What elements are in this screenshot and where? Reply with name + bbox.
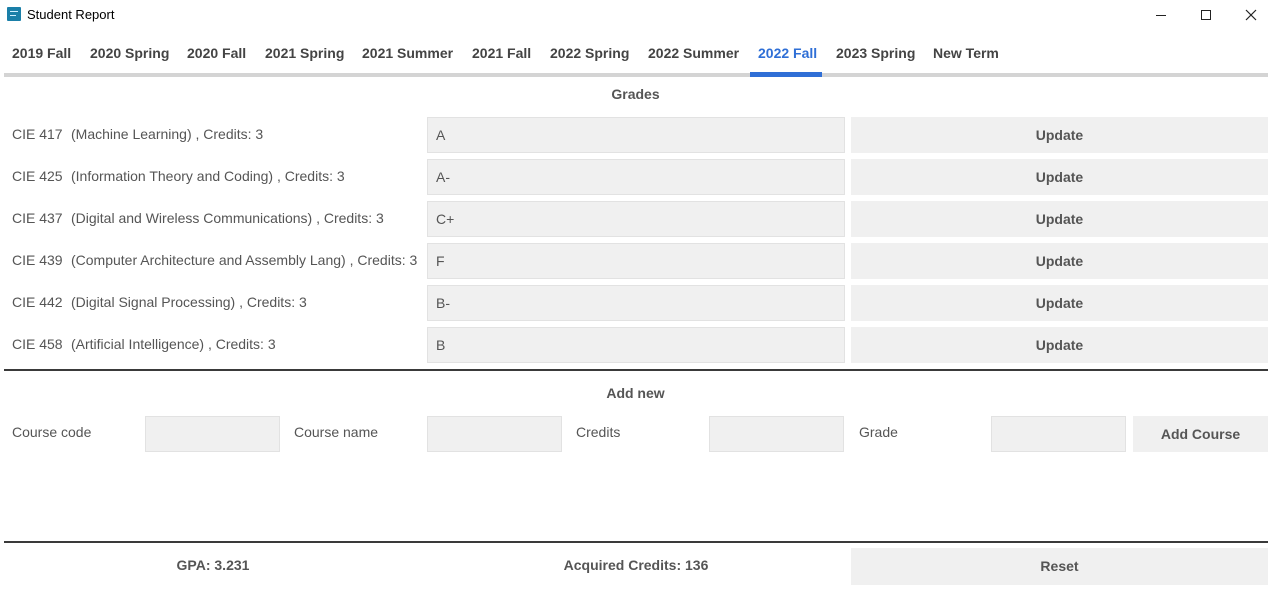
reset-button[interactable]: Reset <box>851 548 1268 585</box>
grade-input[interactable] <box>991 416 1126 452</box>
tab-2019-fall[interactable]: 2019 Fall <box>12 36 71 72</box>
tab-2023-spring[interactable]: 2023 Spring <box>836 36 915 72</box>
course-details: (Computer Architecture and Assembly Lang… <box>71 252 418 268</box>
minimize-button[interactable] <box>1138 0 1184 30</box>
course-name-label: Course name <box>294 424 379 440</box>
course-code: CIE 417 <box>12 126 63 142</box>
gpa-value: GPA: 3.231 <box>176 557 250 573</box>
course-details: (Machine Learning) , Credits: 3 <box>71 126 264 142</box>
window-title: Student Report <box>27 7 115 22</box>
grade-field[interactable]: B <box>427 327 845 363</box>
update-button[interactable]: Update <box>851 243 1268 279</box>
course-code: CIE 425 <box>12 168 63 184</box>
tabs-divider <box>4 73 1268 77</box>
tab-2021-fall[interactable]: 2021 Fall <box>472 36 531 72</box>
credits-label: Credits <box>576 424 621 440</box>
course-details: (Digital and Wireless Communications) , … <box>71 210 384 226</box>
course-details: (Information Theory and Coding) , Credit… <box>71 168 345 184</box>
grade-field[interactable]: A- <box>427 159 845 195</box>
update-button[interactable]: Update <box>851 117 1268 153</box>
grade-field[interactable]: B- <box>427 285 845 321</box>
close-icon <box>1245 9 1257 21</box>
title-bar: Student Report <box>0 0 1271 30</box>
active-tab-indicator <box>750 72 822 77</box>
course-code: CIE 439 <box>12 252 63 268</box>
tab-2022-summer[interactable]: 2022 Summer <box>648 36 739 72</box>
update-button[interactable]: Update <box>851 159 1268 195</box>
update-button[interactable]: Update <box>851 285 1268 321</box>
course-label: CIE 437 (Digital and Wireless Communicati… <box>12 210 384 226</box>
course-code-label: Course code <box>12 424 92 440</box>
course-label: CIE 439 (Computer Architecture and Assemb… <box>12 252 417 268</box>
tab-2021-spring[interactable]: 2021 Spring <box>265 36 344 72</box>
tab-2020-spring[interactable]: 2020 Spring <box>90 36 169 72</box>
course-code: CIE 442 <box>12 294 63 310</box>
grade-label: Grade <box>859 424 898 440</box>
course-code: CIE 437 <box>12 210 63 226</box>
grade-field[interactable]: A <box>427 117 845 153</box>
update-button[interactable]: Update <box>851 201 1268 237</box>
grade-field[interactable]: C+ <box>427 201 845 237</box>
tab-2020-fall[interactable]: 2020 Fall <box>187 36 246 72</box>
add-course-button[interactable]: Add Course <box>1133 416 1268 452</box>
section-divider <box>4 369 1268 371</box>
course-label: CIE 458 (Artificial Intelligence) , Credi… <box>12 336 276 352</box>
course-code: CIE 458 <box>12 336 63 352</box>
course-code-input[interactable] <box>145 416 280 452</box>
add-new-heading: Add new <box>606 385 665 401</box>
course-name-input[interactable] <box>427 416 562 452</box>
maximize-button[interactable] <box>1183 0 1229 30</box>
acquired-credits-value: Acquired Credits: 136 <box>563 557 709 573</box>
minimize-icon <box>1156 14 1166 16</box>
course-label: CIE 417 (Machine Learning) , Credits: 3 <box>12 126 263 142</box>
tab-new-term[interactable]: New Term <box>933 36 999 72</box>
update-button[interactable]: Update <box>851 327 1268 363</box>
course-details: (Digital Signal Processing) , Credits: 3 <box>71 294 307 310</box>
course-details: (Artificial Intelligence) , Credits: 3 <box>71 336 276 352</box>
course-label: CIE 425 (Information Theory and Coding) ,… <box>12 168 345 184</box>
footer-divider <box>4 541 1268 543</box>
grades-heading: Grades <box>611 86 660 102</box>
course-label: CIE 442 (Digital Signal Processing) , Cre… <box>12 294 307 310</box>
close-button[interactable] <box>1228 0 1271 30</box>
credits-input[interactable] <box>709 416 844 452</box>
grade-field[interactable]: F <box>427 243 845 279</box>
maximize-icon <box>1201 10 1211 20</box>
tab-2021-summer[interactable]: 2021 Summer <box>362 36 453 72</box>
app-icon <box>7 7 21 21</box>
term-tabs: 2019 Fall 2020 Spring 2020 Fall 2021 Spr… <box>0 36 1271 76</box>
tab-2022-spring[interactable]: 2022 Spring <box>550 36 629 72</box>
tab-2022-fall[interactable]: 2022 Fall <box>758 36 817 72</box>
